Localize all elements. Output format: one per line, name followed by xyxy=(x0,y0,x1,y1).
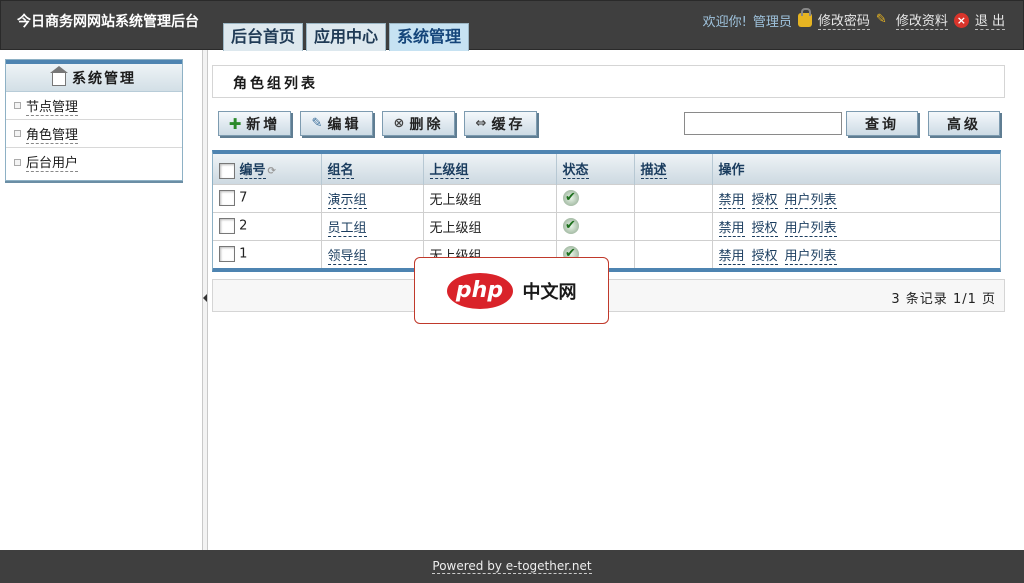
header-bar: 今日商务网网站系统管理后台 后台首页 应用中心 系统管理 欢迎你! 管理员 修改… xyxy=(0,0,1024,51)
lock-icon xyxy=(797,8,812,27)
advanced-button-label: 高级 xyxy=(947,116,981,133)
footer-bar: Powered by e-together.net xyxy=(0,550,1024,583)
sort-icon[interactable]: ⟳ xyxy=(268,166,276,177)
check-icon: ✔ xyxy=(562,218,579,234)
exit-icon[interactable]: × xyxy=(953,12,969,28)
tab-app-center[interactable]: 应用中心 xyxy=(306,23,387,51)
sidebar-item-role-management[interactable]: 角色管理 xyxy=(6,120,182,148)
role-group-table: 编号 ⟳ 组名 上级组 状态 描述 操作 7 演示组 无上级组 ✔ 禁用 授权 用户列… xyxy=(212,150,1001,272)
page-title: 角色组列表 xyxy=(233,76,318,92)
col-parent[interactable]: 上级组 xyxy=(423,154,557,184)
sidebar-item-label[interactable]: 节点管理 xyxy=(26,96,79,116)
edit-button[interactable]: ✎ 编辑 xyxy=(300,111,373,136)
col-parent-label[interactable]: 上级组 xyxy=(429,163,469,180)
col-actions: 操作 xyxy=(712,154,1000,184)
delete-button[interactable]: ⊗ 删除 xyxy=(382,111,455,136)
disable-link[interactable]: 禁用 xyxy=(718,220,745,237)
row-name-link[interactable]: 员工组 xyxy=(327,220,367,237)
search-input[interactable] xyxy=(684,112,842,135)
watermark-logo: php 中文网 xyxy=(414,257,609,324)
row-name-link[interactable]: 领导组 xyxy=(327,248,367,265)
col-desc[interactable]: 描述 xyxy=(634,154,713,184)
user-name: 管理员 xyxy=(752,14,792,30)
search-button-label: 查询 xyxy=(865,116,899,133)
table-row: 2 员工组 无上级组 ✔ 禁用 授权 用户列表 xyxy=(213,211,1000,240)
col-status[interactable]: 状态 xyxy=(556,154,635,184)
sidebar-item-admin-users[interactable]: 后台用户 xyxy=(6,148,182,176)
sidebar-item-node-management[interactable]: 节点管理 xyxy=(6,92,182,120)
pencil-icon: ✎ xyxy=(875,12,887,27)
row-id: 2 xyxy=(239,218,248,234)
plus-icon: ✚ xyxy=(228,114,242,133)
row-id: 7 xyxy=(239,190,248,206)
home-icon xyxy=(50,66,68,86)
tab-system-management[interactable]: 系统管理 xyxy=(389,23,470,51)
select-all-checkbox[interactable] xyxy=(219,162,235,179)
cache-button[interactable]: ⇔ 缓存 xyxy=(464,111,537,136)
logout-link[interactable]: 退 出 xyxy=(974,10,1005,30)
watermark-text: 中文网 xyxy=(522,281,577,303)
row-checkbox[interactable] xyxy=(219,190,235,206)
sidebar-header: 系统管理 xyxy=(6,60,182,92)
delete-button-label: 删除 xyxy=(409,116,444,133)
row-checkbox[interactable] xyxy=(219,246,235,263)
authorize-link[interactable]: 授权 xyxy=(751,192,778,209)
welcome-text: 欢迎你! xyxy=(702,14,747,30)
disable-link[interactable]: 禁用 xyxy=(718,192,745,209)
table-row: 7 演示组 无上级组 ✔ 禁用 授权 用户列表 xyxy=(213,183,1000,212)
row-name-link[interactable]: 演示组 xyxy=(327,192,367,209)
row-parent: 无上级组 xyxy=(429,220,482,236)
authorize-link[interactable]: 授权 xyxy=(751,220,778,237)
pager-text: 3 条记录 1/1 页 xyxy=(891,292,996,307)
delete-icon: ⊗ xyxy=(393,116,405,131)
sidebar-title: 系统管理 xyxy=(72,70,136,87)
tab-home[interactable]: 后台首页 xyxy=(223,23,304,51)
sidebar-item-label[interactable]: 后台用户 xyxy=(26,152,79,172)
table-header-row: 编号 ⟳ 组名 上级组 状态 描述 操作 xyxy=(213,154,1000,184)
user-list-link[interactable]: 用户列表 xyxy=(784,192,837,209)
col-id-label[interactable]: 编号 xyxy=(239,163,266,179)
user-bar: 欢迎你! 管理员 修改密码 ✎ 修改资料 × 退 出 xyxy=(702,8,1005,30)
col-name-label[interactable]: 组名 xyxy=(327,163,354,180)
php-logo-icon: php xyxy=(446,272,513,309)
powered-by-link[interactable]: Powered by e-together.net xyxy=(432,559,592,574)
sidebar: 系统管理 节点管理 角色管理 后台用户 xyxy=(5,59,183,181)
pencil-icon: ✎ xyxy=(311,116,323,131)
row-parent: 无上级组 xyxy=(429,192,482,208)
collapse-arrow-icon[interactable] xyxy=(203,294,207,302)
user-list-link[interactable]: 用户列表 xyxy=(784,220,837,237)
disable-link[interactable]: 禁用 xyxy=(718,248,745,265)
edit-profile-link[interactable]: 修改资料 xyxy=(895,10,948,30)
row-checkbox[interactable] xyxy=(219,218,235,234)
user-list-link[interactable]: 用户列表 xyxy=(784,248,837,265)
authorize-link[interactable]: 授权 xyxy=(751,248,778,265)
edit-button-label: 编辑 xyxy=(327,116,362,133)
add-button[interactable]: ✚ 新增 xyxy=(218,111,291,136)
col-name[interactable]: 组名 xyxy=(321,154,424,184)
bullet-icon xyxy=(14,130,21,137)
cache-button-label: 缓存 xyxy=(491,116,526,133)
search-button[interactable]: 查询 xyxy=(846,111,918,136)
col-desc-label[interactable]: 描述 xyxy=(640,163,667,180)
app-title: 今日商务网网站系统管理后台 xyxy=(17,14,199,30)
bullet-icon xyxy=(14,102,21,109)
cache-icon: ⇔ xyxy=(475,116,487,131)
check-icon: ✔ xyxy=(562,190,579,206)
sidebar-splitter[interactable] xyxy=(202,50,208,550)
change-password-link[interactable]: 修改密码 xyxy=(817,10,870,30)
sidebar-item-label[interactable]: 角色管理 xyxy=(26,124,79,144)
col-id[interactable]: 编号 ⟳ xyxy=(213,154,322,184)
bullet-icon xyxy=(14,158,21,166)
page-title-box: 角色组列表 xyxy=(212,65,1005,98)
advanced-button[interactable]: 高级 xyxy=(928,111,1000,136)
add-button-label: 新增 xyxy=(246,116,281,133)
col-actions-label: 操作 xyxy=(718,163,745,179)
col-status-label[interactable]: 状态 xyxy=(562,163,589,180)
top-tabs: 后台首页 应用中心 系统管理 xyxy=(223,23,470,51)
row-id: 1 xyxy=(239,246,248,262)
